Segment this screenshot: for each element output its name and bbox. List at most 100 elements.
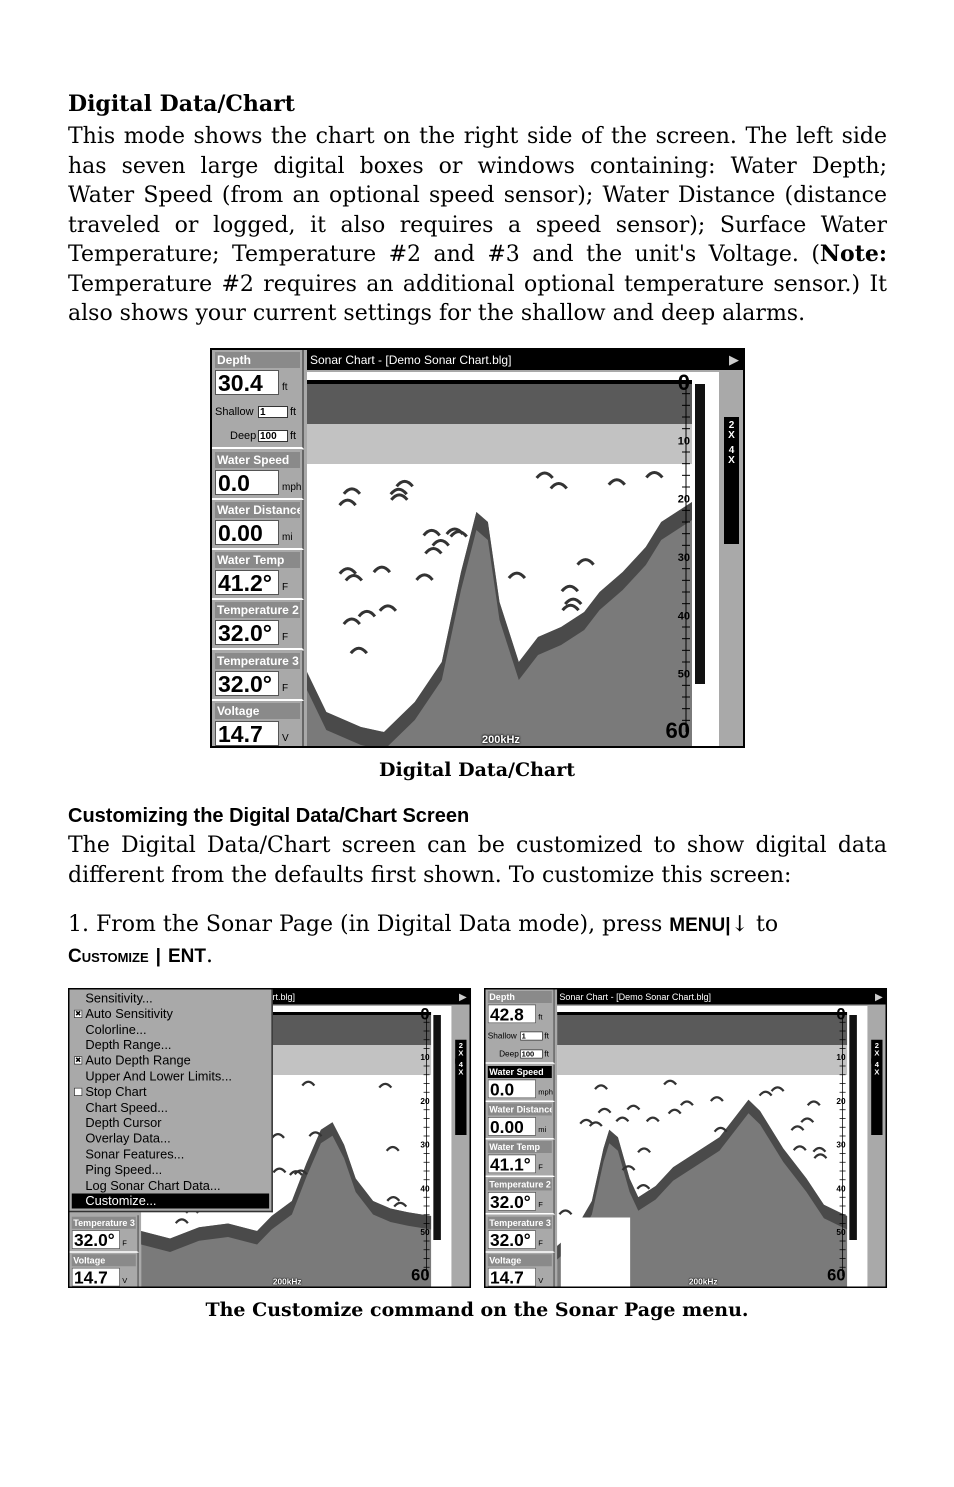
menu-item-chart-speed[interactable]: Chart Speed... — [72, 1100, 269, 1115]
panel-label: Voltage — [71, 1254, 136, 1267]
intro-paragraph: This mode shows the chart on the right s… — [68, 122, 887, 329]
menu-item-depth-cursor[interactable]: Depth Cursor — [72, 1116, 269, 1131]
data-panel-voltage[interactable]: Voltage 14.7 V — [212, 701, 304, 746]
panel-value: 0.0 — [487, 1079, 536, 1099]
fish-arch — [386, 1196, 401, 1202]
panel-label: Water Temp — [487, 1141, 552, 1153]
menu-item-stop-chart[interactable]: Stop Chart — [72, 1085, 269, 1100]
surface-clutter — [557, 1015, 848, 1045]
menu-item-label: Auto Depth Range — [85, 1053, 191, 1068]
fish-arch — [579, 1118, 594, 1125]
data-panel-voltage[interactable]: Voltage 14.7 V — [70, 1252, 139, 1287]
panel-unit: mi — [538, 1126, 547, 1135]
separator: | — [155, 945, 161, 967]
panel-value: 32.0° — [215, 620, 279, 646]
data-panel-depth[interactable]: Depth 30.4 ft Shallow 1 ft Deep 100 ft — [212, 350, 304, 449]
panel-value: 42.8 — [487, 1004, 536, 1024]
data-panel-water-distance[interactable]: Water Distance 0.00 mi — [212, 500, 304, 550]
panel-value: 32.0° — [215, 671, 279, 697]
data-panel-temperature-2[interactable]: Temperature 2 32.0° F — [212, 600, 304, 650]
data-panel-temperature-3[interactable]: Temperature 3 32.0° F — [69, 1215, 139, 1253]
note-label: Note: — [819, 241, 887, 267]
panel-label: Depth — [215, 352, 300, 368]
fish-arch — [636, 1183, 651, 1190]
data-panel-temperature-3[interactable]: Temperature 3 32.0° F — [485, 1215, 555, 1253]
checkbox-checked-icon[interactable]: ✖ — [74, 1009, 83, 1018]
alarm-unit: ft — [544, 1049, 549, 1059]
depth-scale-label: 20 — [678, 494, 690, 506]
fish-arch — [626, 1104, 641, 1111]
data-panel-water-speed[interactable]: Water Speed 0.0 mph — [485, 1064, 555, 1102]
data-panel-temperature-2[interactable]: Temperature 2 32.0° F — [485, 1177, 555, 1215]
deep-alarm-field[interactable]: 100 — [258, 430, 288, 442]
menu-item-sensitivity[interactable]: Sensitivity... — [72, 991, 269, 1006]
panel-unit: mph — [538, 1088, 553, 1097]
panel-label: Water Distance — [487, 1103, 552, 1116]
depth-scale-label: 60 — [666, 718, 690, 743]
frequency-label: 200kHz — [482, 734, 520, 746]
depth-scale-label: 10 — [420, 1053, 430, 1062]
panel-label: Water Speed — [487, 1066, 552, 1078]
fish-arch — [507, 571, 527, 580]
panel-unit: F — [282, 582, 289, 593]
zoom-tab-char: X — [874, 1068, 880, 1077]
menu-item-label: Upper And Lower Limits... — [85, 1069, 232, 1084]
play-arrow-icon[interactable]: ▶ — [459, 990, 467, 1005]
fish-arch — [645, 471, 664, 479]
menu-item-auto-sensitivity[interactable]: ✖ Auto Sensitivity — [72, 1007, 269, 1022]
fish-arch — [594, 1084, 608, 1090]
depth-scale-label: 0 — [678, 372, 690, 395]
fish-arch — [713, 1126, 728, 1133]
data-panel-temperature-3[interactable]: Temperature 3 32.0° F — [212, 651, 304, 701]
menu-item-sonar-features[interactable]: Sonar Features... — [72, 1147, 269, 1162]
shallow-alarm-field[interactable]: 1 — [258, 406, 288, 418]
deep-alarm-field[interactable]: 100 — [520, 1049, 543, 1059]
panel-unit: ft — [282, 382, 288, 393]
depth-scale-label: 50 — [836, 1228, 846, 1237]
subsection-heading: Customizing the Digital Data/Chart Scree… — [68, 805, 470, 827]
panel-value: 32.0° — [487, 1230, 536, 1249]
panel-label: Water Temp — [215, 552, 300, 568]
checkbox-checked-icon[interactable]: ✖ — [74, 1056, 83, 1065]
menu-item-depth-range[interactable]: Depth Range... — [72, 1038, 269, 1053]
menu-item-colorline[interactable]: Colorline... — [72, 1022, 269, 1037]
fish-arch — [667, 1108, 682, 1115]
menu-item-auto-depth-range[interactable]: ✖ Auto Depth Range — [72, 1053, 269, 1068]
play-arrow-icon[interactable]: ▶ — [875, 990, 883, 1005]
data-panel-water-temp[interactable]: Water Temp 41.1° F — [485, 1139, 555, 1177]
sonar-image: 0 10 20 30 40 50 60 — [557, 1005, 857, 1287]
zoom-tab-4x[interactable]: 4X — [871, 1058, 883, 1135]
zoom-tab-4x[interactable]: 4X — [724, 442, 739, 544]
fish-arch — [806, 1100, 821, 1107]
menu-item-overlay-data[interactable]: Overlay Data... — [72, 1131, 269, 1146]
fish-arch — [637, 1147, 651, 1154]
zoom-tab-4x[interactable]: 4X — [455, 1058, 467, 1135]
shallow-alarm-field[interactable]: 1 — [520, 1031, 543, 1041]
fish-arch — [621, 1165, 636, 1171]
data-panel-voltage[interactable]: Voltage 14.7 V — [486, 1252, 555, 1287]
fish-arch — [344, 573, 363, 582]
fish-arch — [607, 478, 626, 486]
data-panel-water-speed[interactable]: Water Speed 0.0 mph — [212, 450, 304, 500]
fish-arch — [393, 1201, 408, 1208]
menu-item-customize[interactable]: Customize... — [71, 1193, 270, 1209]
fish-arch — [597, 1107, 612, 1114]
sonar-chart[interactable]: 0 10 20 30 40 50 60 200kHz — [557, 1005, 868, 1287]
menu-item-upper-and-lower-limits[interactable]: Upper And Lower Limits... — [72, 1069, 269, 1084]
checkbox-unchecked-icon[interactable] — [74, 1087, 83, 1096]
step-text: . — [205, 942, 213, 968]
data-panel-water-distance[interactable]: Water Distance 0.00 mi — [485, 1102, 555, 1140]
menu-item-log-sonar-chart-data[interactable]: Log Sonar Chart Data... — [72, 1178, 269, 1193]
depth-scale-label: 60 — [411, 1266, 429, 1285]
bottom-terrain — [307, 502, 692, 746]
sonar-chart[interactable]: 0 10 20 30 40 50 60 200kHz — [307, 370, 719, 746]
fish-arch — [301, 1080, 316, 1087]
play-arrow-icon[interactable]: ▶ — [729, 350, 739, 370]
fish-arch — [679, 1100, 694, 1106]
key-customize: Customize — [68, 945, 149, 967]
data-panel-water-temp[interactable]: Water Temp 41.2° F — [212, 550, 304, 600]
menu-item-ping-speed[interactable]: Ping Speed... — [72, 1163, 269, 1178]
data-panel-depth[interactable]: Depth 42.8 ft Shallow 1 ft Deep 100 ft — [485, 989, 555, 1064]
fish-arch — [395, 479, 414, 488]
blank-overlay-area — [560, 1217, 631, 1287]
